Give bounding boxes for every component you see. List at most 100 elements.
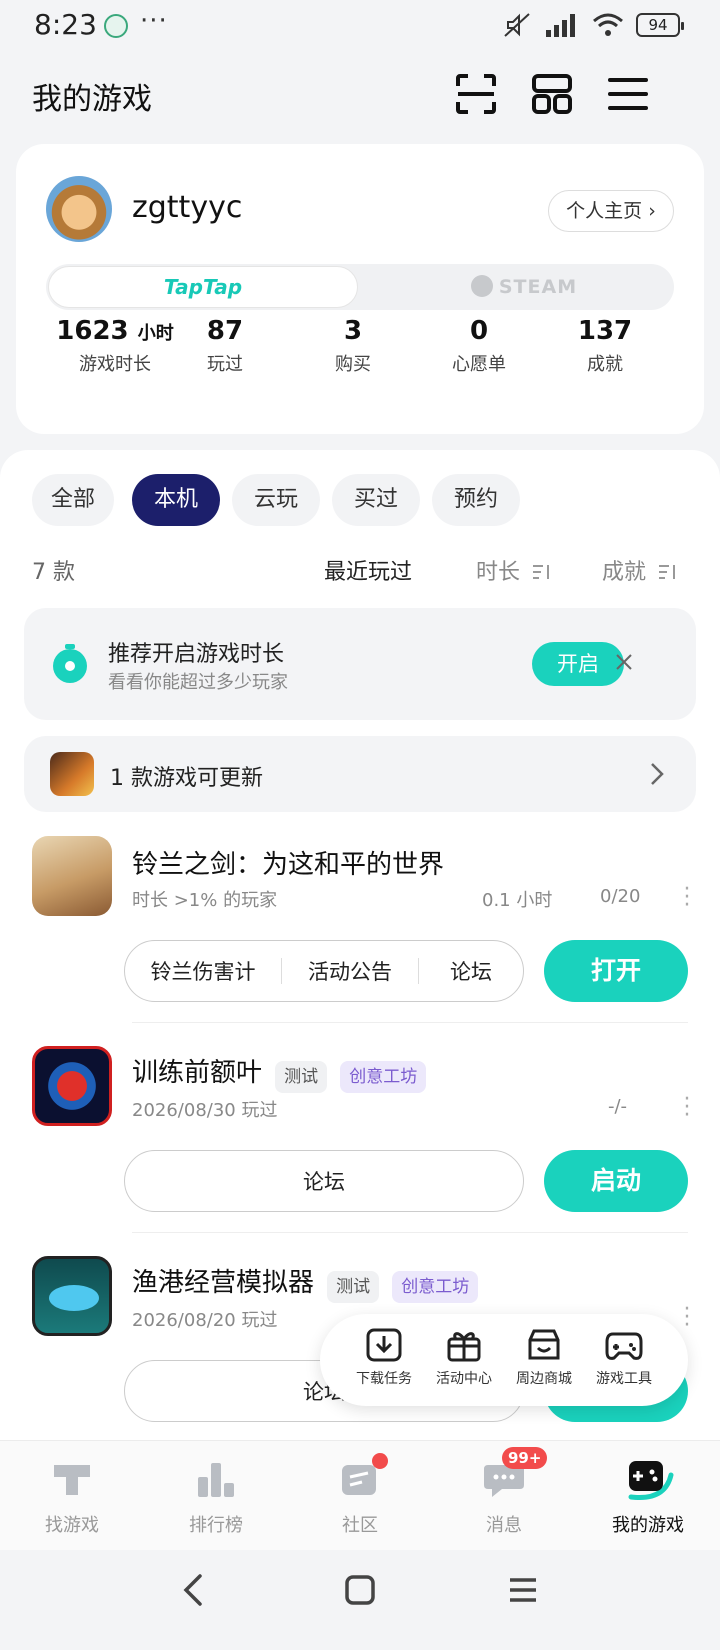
- sort-duration[interactable]: 时长: [476, 554, 551, 586]
- menu-icon[interactable]: [606, 72, 650, 116]
- tag-creative-workshop[interactable]: 创意工坊: [340, 1060, 427, 1093]
- notification-dot: [372, 1453, 388, 1469]
- tag-test: 测试: [327, 1270, 380, 1303]
- nav-label: 排行榜: [189, 1515, 243, 1536]
- stopwatch-icon: [53, 644, 87, 683]
- game-achievements: 0/20: [600, 886, 641, 907]
- avatar[interactable]: [46, 176, 112, 242]
- stat-value: 137: [577, 316, 633, 346]
- game-title-row: 渔港经营模拟器 测试 创意工坊: [132, 1262, 479, 1303]
- game-title[interactable]: 渔港经营模拟器: [132, 1268, 314, 1298]
- gift-icon: [447, 1332, 481, 1362]
- row-divider: [132, 1022, 688, 1023]
- store-icon: [528, 1329, 560, 1360]
- home-icon[interactable]: [344, 1574, 376, 1606]
- more-options-icon[interactable]: · · ·: [682, 879, 692, 917]
- ranking-icon: [198, 1463, 234, 1497]
- nav-rankings[interactable]: 排行榜: [156, 1457, 276, 1537]
- game-links: 铃兰伤害计 活动公告 论坛: [124, 940, 524, 1002]
- launch-game-button[interactable]: 启动: [544, 1150, 688, 1212]
- tag-test: 测试: [275, 1060, 328, 1093]
- nav-community[interactable]: 社区: [300, 1453, 420, 1537]
- stat-purchased[interactable]: 3 购买: [288, 316, 418, 376]
- stat-label: 心愿单: [452, 354, 506, 375]
- nav-label: 找游戏: [45, 1515, 99, 1536]
- stat-label: 玩过: [207, 354, 243, 375]
- bottom-nav: 找游戏 排行榜 社区 99+ 消息 我的游戏: [0, 1440, 720, 1550]
- filter-chip-all[interactable]: 全部: [32, 474, 114, 526]
- steam-tab[interactable]: STEAM: [376, 266, 672, 308]
- game-title[interactable]: 铃兰之剑：为这和平的世界: [132, 844, 444, 881]
- sort-icon: [533, 565, 550, 579]
- game-subtitle: 2026/08/30 玩过: [132, 1100, 278, 1121]
- page-title: 我的游戏: [32, 82, 152, 117]
- game-subtitle: 时长 >1% 的玩家: [132, 890, 278, 911]
- tag-creative-workshop[interactable]: 创意工坊: [392, 1270, 479, 1303]
- link-forum[interactable]: 论坛: [303, 1166, 345, 1196]
- link-announcements[interactable]: 活动公告: [282, 956, 418, 986]
- link-forum[interactable]: 论坛: [419, 956, 523, 986]
- filter-chip-reserved[interactable]: 预约: [432, 474, 520, 526]
- merch-store-button[interactable]: 周边商城: [504, 1328, 584, 1388]
- nav-label: 消息: [486, 1515, 522, 1536]
- taptap-tab[interactable]: TapTap: [48, 266, 358, 308]
- nav-label: 我的游戏: [612, 1515, 684, 1536]
- filter-chip-bought[interactable]: 买过: [332, 474, 420, 526]
- message-badge: 99+: [502, 1447, 548, 1469]
- sort-achievement-label: 成就: [602, 560, 647, 585]
- steam-label: STEAM: [498, 276, 578, 298]
- events-center-button[interactable]: 活动中心: [424, 1328, 504, 1388]
- close-icon[interactable]: [614, 652, 634, 672]
- link-damage-meter[interactable]: 铃兰伤害计: [125, 956, 281, 986]
- game-thumbnail: [50, 752, 94, 796]
- sort-achievement[interactable]: 成就: [602, 554, 677, 586]
- stat-wishlist[interactable]: 0 心愿单: [414, 316, 544, 376]
- my-games-icon: [628, 1461, 674, 1501]
- game-icon[interactable]: [32, 836, 112, 916]
- stat-achievements[interactable]: 137 成就: [540, 316, 670, 376]
- stat-label: 购买: [335, 354, 371, 375]
- tip-subtitle: 看看你能超过多少玩家: [108, 672, 288, 693]
- status-bar: 8:23 ··· 94: [0, 0, 720, 52]
- username[interactable]: zgttyyc: [132, 190, 242, 225]
- homepage-button[interactable]: 个人主页 ›: [548, 190, 674, 232]
- open-game-button[interactable]: 打开: [544, 940, 688, 1002]
- layout-icon[interactable]: [530, 72, 574, 116]
- nav-label: 社区: [342, 1515, 378, 1536]
- more-options-icon[interactable]: · · ·: [682, 1089, 692, 1127]
- stat-played[interactable]: 87 玩过: [160, 316, 290, 376]
- back-icon[interactable]: [180, 1572, 206, 1608]
- stat-value: 3: [343, 316, 363, 346]
- floating-menu: 下载任务 活动中心 周边商城 游戏工具: [320, 1314, 688, 1406]
- more-status-icon: ···: [140, 6, 168, 36]
- profile-card: zgttyyc 个人主页 › TapTap STEAM 1623 小时 游戏时长…: [16, 144, 704, 434]
- download-tasks-button[interactable]: 下载任务: [344, 1328, 424, 1388]
- game-icon[interactable]: [32, 1256, 112, 1336]
- nav-my-games[interactable]: 我的游戏: [588, 1457, 708, 1537]
- float-label: 周边商城: [516, 1371, 572, 1387]
- status-time: 8:23: [34, 8, 97, 41]
- update-banner[interactable]: 1 款游戏可更新: [24, 736, 696, 812]
- filter-chip-local[interactable]: 本机: [132, 474, 220, 526]
- game-subtitle: 2026/08/20 玩过: [132, 1310, 278, 1331]
- nav-find-games[interactable]: 找游戏: [12, 1457, 132, 1537]
- filter-chip-cloud[interactable]: 云玩: [232, 474, 320, 526]
- enable-playtime-button[interactable]: 开启: [532, 642, 624, 686]
- scan-icon[interactable]: [454, 72, 498, 116]
- float-label: 活动中心: [436, 1371, 492, 1387]
- status-icons: 94: [502, 12, 684, 38]
- tap-logo-icon: [54, 1465, 90, 1495]
- nav-messages[interactable]: 99+ 消息: [444, 1447, 564, 1537]
- game-title[interactable]: 训练前额叶: [132, 1058, 262, 1088]
- recents-icon[interactable]: [508, 1576, 538, 1604]
- playtime-tip-card: 推荐开启游戏时长 看看你能超过多少玩家 开启: [24, 608, 696, 720]
- more-options-icon[interactable]: · · ·: [682, 1299, 692, 1337]
- game-tools-button[interactable]: 游戏工具: [584, 1328, 664, 1388]
- update-text: 1 款游戏可更新: [110, 766, 263, 791]
- float-label: 游戏工具: [596, 1371, 652, 1387]
- sort-recent[interactable]: 最近玩过: [324, 554, 412, 586]
- game-links: 论坛: [124, 1150, 524, 1212]
- stat-label: 成就: [587, 354, 623, 375]
- game-icon[interactable]: [32, 1046, 112, 1126]
- steam-icon: [470, 275, 493, 297]
